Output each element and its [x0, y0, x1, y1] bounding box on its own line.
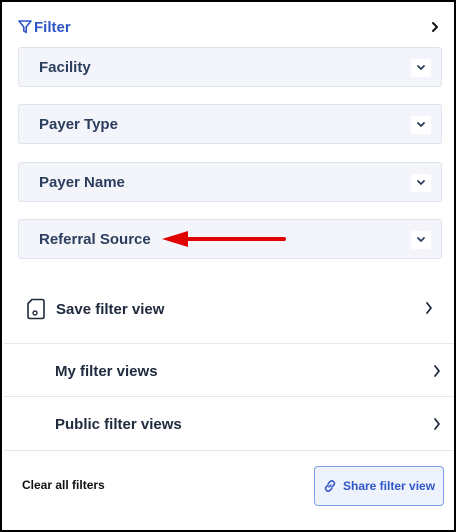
chevron-down-icon[interactable]	[411, 231, 431, 249]
my-filter-views-label: My filter views	[55, 362, 158, 380]
divider	[4, 450, 454, 451]
chevron-right-icon	[426, 302, 432, 314]
share-filter-view-button[interactable]: Share filter view	[314, 466, 444, 506]
chevron-right-icon	[434, 418, 440, 430]
filter-header[interactable]: Filter	[18, 16, 442, 38]
filter-panel: Filter Facility Payer Type Payer Name Re…	[0, 0, 456, 532]
public-filter-views-button[interactable]: Public filter views	[2, 398, 454, 450]
chevron-down-icon[interactable]	[411, 116, 431, 134]
my-filter-views-button[interactable]: My filter views	[2, 345, 454, 397]
share-filter-view-label: Share filter view	[343, 479, 436, 493]
chevron-down-icon[interactable]	[411, 174, 431, 192]
facility-filter[interactable]: Facility	[18, 47, 442, 87]
filter-title: Filter	[34, 18, 71, 36]
payer-name-label: Payer Name	[39, 173, 125, 191]
facility-label: Facility	[39, 58, 91, 76]
chevron-right-icon	[434, 365, 440, 377]
save-device-icon	[27, 298, 45, 320]
referral-source-label: Referral Source	[39, 230, 151, 248]
divider	[4, 396, 454, 397]
save-filter-view-button[interactable]: Save filter view	[2, 283, 454, 335]
clear-all-filters-button[interactable]: Clear all filters	[22, 478, 105, 492]
payer-name-filter[interactable]: Payer Name	[18, 162, 442, 202]
chevron-right-icon[interactable]	[430, 20, 440, 34]
link-icon	[324, 480, 336, 492]
annotation-arrow-icon	[162, 231, 286, 247]
payer-type-label: Payer Type	[39, 115, 118, 133]
public-filter-views-label: Public filter views	[55, 415, 182, 433]
divider	[4, 343, 454, 344]
payer-type-filter[interactable]: Payer Type	[18, 104, 442, 144]
save-filter-view-label: Save filter view	[56, 300, 165, 318]
chevron-down-icon[interactable]	[411, 59, 431, 77]
funnel-icon	[18, 20, 32, 34]
